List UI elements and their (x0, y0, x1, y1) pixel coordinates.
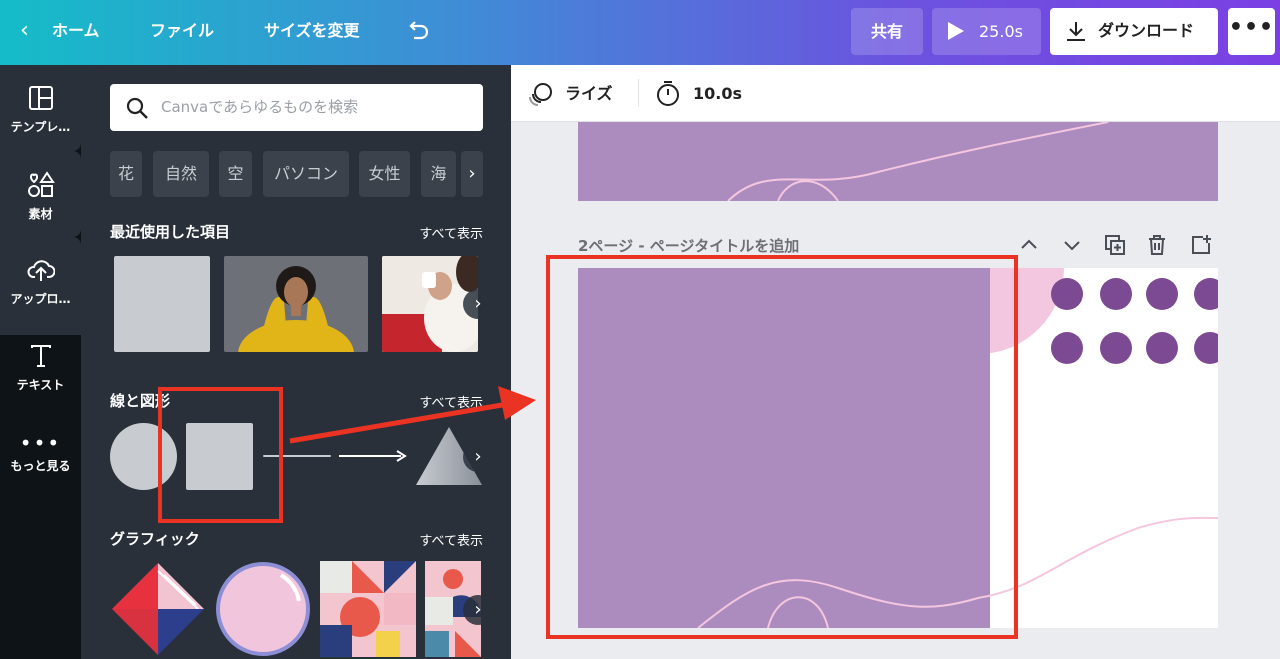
elements-icon (27, 171, 55, 197)
play-button[interactable]: 25.0s (932, 8, 1041, 55)
chip-flower[interactable]: 花 (110, 151, 142, 197)
highlight-page-canvas (546, 255, 1018, 639)
add-page-icon[interactable] (1189, 233, 1213, 257)
rail-item-templates[interactable]: テンプレ… (0, 65, 81, 151)
chevron-down-icon[interactable] (1060, 233, 1084, 257)
canvas-toolbar: ライズ 10.0s (511, 65, 1280, 122)
graphic-diamond[interactable] (110, 561, 206, 657)
elements-panel: Canvaであらゆるものを検索 花 自然 空 パソコン 女性 海 › 最近使用し… (81, 65, 511, 659)
chip-pc[interactable]: パソコン (263, 151, 349, 197)
recent-see-all-link[interactable]: すべて表示 (419, 223, 483, 242)
rail-label-more: もっと見る (10, 459, 71, 473)
rail-item-text[interactable]: テキスト (0, 341, 81, 411)
rail-label-text: テキスト (16, 378, 65, 392)
page-1-preview[interactable] (578, 122, 1218, 201)
duration-button[interactable]: 10.0s (693, 65, 742, 122)
page-2-title[interactable]: 2ページ - ページタイトルを追加 (578, 235, 799, 256)
download-label: ダウンロード (1098, 21, 1195, 40)
recent-photo-woman[interactable] (224, 256, 368, 352)
duplicate-page-icon[interactable] (1103, 233, 1127, 257)
template-icon (28, 86, 53, 110)
rail-item-elements[interactable]: 素材 (0, 151, 81, 237)
recent-title: 最近使用した項目 (110, 223, 231, 241)
share-button[interactable]: 共有 (851, 8, 923, 55)
file-menu-button[interactable]: ファイル (150, 0, 214, 65)
resize-button[interactable]: サイズを変更 (264, 0, 360, 65)
shape-arrow[interactable] (339, 448, 409, 464)
rail-label-uploads: アップロ… (10, 292, 71, 306)
upload-icon (26, 260, 55, 281)
undo-icon[interactable] (404, 0, 432, 65)
graphics-title: グラフィック (110, 530, 200, 548)
graphic-pink-circle[interactable] (215, 561, 311, 657)
rail-item-uploads[interactable]: アップロ… (0, 237, 81, 335)
trash-icon[interactable] (1145, 233, 1169, 257)
home-button[interactable]: ホーム (52, 0, 100, 65)
search-box[interactable]: Canvaであらゆるものを検索 (110, 84, 483, 131)
recent-gray-square[interactable] (114, 256, 210, 352)
timer-icon (657, 81, 679, 106)
more-options-button[interactable]: ••• (1228, 8, 1275, 55)
play-icon (948, 22, 964, 40)
download-button[interactable]: ダウンロード (1050, 8, 1218, 55)
chevron-up-icon[interactable] (1017, 233, 1041, 257)
search-icon (126, 97, 148, 119)
download-icon (1067, 22, 1085, 41)
highlight-square-shape (158, 387, 283, 523)
play-duration: 25.0s (979, 22, 1023, 41)
shapes-next-icon[interactable]: › (463, 442, 493, 472)
chip-sea[interactable]: 海 (421, 151, 456, 197)
shapes-see-all-link[interactable]: すべて表示 (419, 392, 483, 411)
text-icon (30, 345, 51, 367)
chip-nature[interactable]: 自然 (153, 151, 209, 197)
rail-item-more[interactable]: ••• もっと見る (0, 431, 81, 491)
side-rail: テンプレ… 素材 アップロ… テキスト ••• もっと見る (0, 65, 81, 659)
graphics-see-all-link[interactable]: すべて表示 (419, 530, 483, 549)
back-chevron-icon[interactable]: ‹ (20, 0, 29, 65)
toolbar-divider (638, 79, 639, 107)
search-input[interactable]: Canvaであらゆるものを検索 (161, 84, 358, 131)
graphics-next-icon[interactable]: › (463, 595, 493, 625)
rail-label-elements: 素材 (28, 207, 53, 221)
animation-button[interactable]: ライズ (565, 65, 613, 122)
recent-next-icon[interactable]: › (463, 289, 493, 319)
chips-next-icon[interactable]: › (461, 151, 483, 197)
top-bar: ‹ ホーム ファイル サイズを変更 共有 25.0s ダウンロード ••• (0, 0, 1280, 65)
animation-icon (529, 83, 552, 106)
graphic-geometric-pattern-1[interactable] (320, 561, 416, 657)
chip-woman[interactable]: 女性 (359, 151, 410, 197)
more-icon: ••• (19, 431, 62, 455)
rail-label-templates: テンプレ… (10, 120, 71, 134)
chip-sky[interactable]: 空 (219, 151, 252, 197)
